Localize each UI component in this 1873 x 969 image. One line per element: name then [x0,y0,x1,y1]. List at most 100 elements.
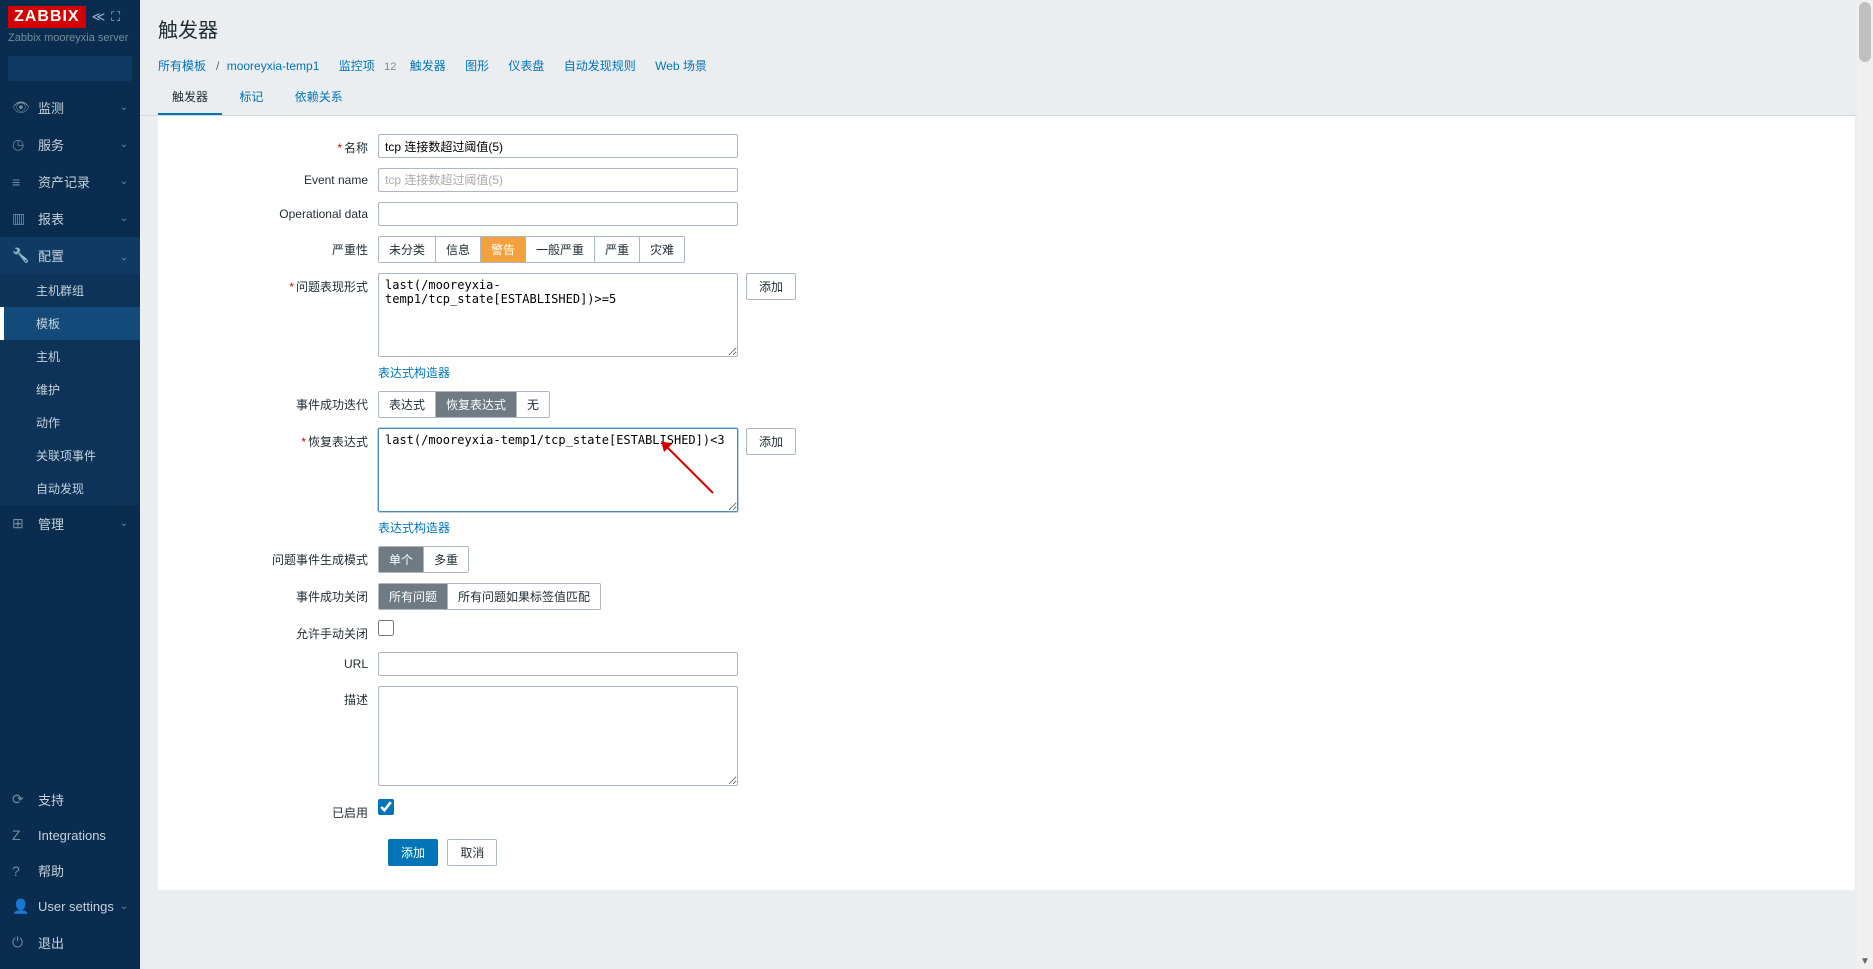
chevron-down-icon: ⌄ [120,518,128,529]
label-ok-close: 事件成功关闭 [178,583,378,605]
bc-items[interactable]: 监控项 [339,59,375,73]
nav-logout[interactable]: ⏻退出 [0,924,140,961]
nav-monitoring[interactable]: 👁监测⌄ [0,89,140,126]
sidebar: ZABBIX ≪ ⛶ Zabbix mooreyxia server 🔍 👁监测… [0,0,140,969]
input-opdata[interactable] [378,202,738,226]
scroll-down-icon[interactable]: ▼ [1857,953,1873,969]
gear-icon: ⊞ [12,515,30,532]
tabs: 触发器 标记 依赖关系 [140,80,1873,116]
label-manual-close: 允许手动关闭 [178,620,378,642]
textarea-problem-expr[interactable] [378,273,738,357]
breadcrumb: 所有模板/ mooreyxia-temp1 监控项 12 触发器 图形 仪表盘 … [140,51,1873,80]
nav-configuration[interactable]: 🔧配置⌃ [0,237,140,274]
btn-add-recovery-expr[interactable]: 添加 [746,428,796,455]
tab-dependencies[interactable]: 依赖关系 [281,80,357,115]
user-icon: 👤 [12,898,30,915]
bc-triggers[interactable]: 触发器 [410,59,446,73]
evok-1[interactable]: 恢复表达式 [436,392,517,417]
label-event-name: Event name [178,168,378,187]
sidebar-collapse-icon[interactable]: ≪ [92,9,106,25]
oc-0[interactable]: 所有问题 [379,584,448,609]
bc-graphs[interactable]: 图形 [465,59,489,73]
input-name[interactable] [378,134,738,158]
chevron-down-icon: ⌄ [120,901,128,912]
bc-web[interactable]: Web 场景 [655,59,707,73]
checkbox-enabled[interactable] [378,799,394,815]
evok-0[interactable]: 表达式 [379,392,436,417]
tab-trigger[interactable]: 触发器 [158,80,222,115]
nav-user-settings[interactable]: 👤User settings⌄ [0,889,140,924]
nav-sub-hostgroups[interactable]: 主机群组 [0,274,140,307]
oc-1[interactable]: 所有问题如果标签值匹配 [448,584,600,609]
nav-inventory[interactable]: ≡资产记录⌄ [0,163,140,200]
link-expr-constructor-1[interactable]: 表达式构造器 [378,364,450,381]
sev-3[interactable]: 一般严重 [526,237,595,262]
nav-reports[interactable]: ▥报表⌄ [0,200,140,237]
btn-submit[interactable]: 添加 [388,839,438,866]
btn-cancel[interactable]: 取消 [447,839,497,866]
nav-sub-actions[interactable]: 动作 [0,406,140,439]
checkbox-manual-close[interactable] [378,620,394,636]
support-icon: ⟳ [12,791,30,808]
nav-help[interactable]: ?帮助 [0,852,140,889]
nav-services[interactable]: ◷服务⌄ [0,126,140,163]
chevron-down-icon: ⌄ [120,213,128,224]
label-url: URL [178,652,378,671]
chevron-up-icon: ⌃ [120,250,128,261]
search-box[interactable]: 🔍 [8,56,132,81]
label-recovery-expr: *恢复表达式 [178,428,378,450]
pm-1[interactable]: 多重 [424,547,468,572]
nav-integrations[interactable]: ZIntegrations [0,818,140,852]
logout-icon: ⏻ [12,934,30,951]
logo[interactable]: ZABBIX [8,6,86,28]
link-expr-constructor-2[interactable]: 表达式构造器 [378,519,450,536]
nav-sub-hosts[interactable]: 主机 [0,340,140,373]
wrench-icon: 🔧 [12,247,30,264]
problem-mode-group: 单个 多重 [378,546,469,573]
nav-sub-discovery[interactable]: 自动发现 [0,472,140,505]
nav-sub-maintenance[interactable]: 维护 [0,373,140,406]
label-problem-expr: *问题表现形式 [178,273,378,295]
form-panel: *名称 Event name Operational data 严重性 未分类 … [158,116,1855,890]
evok-2[interactable]: 无 [517,392,549,417]
textarea-recovery-expr[interactable] [378,428,738,512]
footer-actions: 添加 取消 [178,839,1835,866]
nav-sub-correlation[interactable]: 关联项事件 [0,439,140,472]
sev-2[interactable]: 警告 [481,237,526,262]
pm-0[interactable]: 单个 [379,547,424,572]
help-icon: ? [12,863,30,879]
label-severity: 严重性 [178,236,378,258]
sev-1[interactable]: 信息 [436,237,481,262]
nav-admin[interactable]: ⊞管理⌄ [0,505,140,542]
server-name: Zabbix mooreyxia server [8,32,132,44]
btn-add-problem-expr[interactable]: 添加 [746,273,796,300]
scrollbar-thumb[interactable] [1859,2,1871,62]
nav-sub-templates[interactable]: 模板 [0,307,140,340]
share-icon: Z [12,827,30,843]
bc-dashboards[interactable]: 仪表盘 [508,59,544,73]
label-problem-mode: 问题事件生成模式 [178,546,378,568]
textarea-desc[interactable] [378,686,738,786]
bc-discovery[interactable]: 自动发现规则 [564,59,636,73]
input-event-name[interactable] [378,168,738,192]
bc-template-name[interactable]: mooreyxia-temp1 [227,59,320,73]
page-title: 触发器 [158,14,1855,43]
input-url[interactable] [378,652,738,676]
scrollbar[interactable]: ▲ ▼ [1857,0,1873,969]
fullscreen-icon[interactable]: ⛶ [111,9,120,25]
bc-all-templates[interactable]: 所有模板 [158,59,206,73]
chevron-down-icon: ⌄ [120,139,128,150]
sidebar-bottom: ⟳支持 ZIntegrations ?帮助 👤User settings⌄ ⏻退… [0,781,140,969]
label-opdata: Operational data [178,202,378,221]
sev-0[interactable]: 未分类 [379,237,436,262]
label-desc: 描述 [178,686,378,708]
nav-support[interactable]: ⟳支持 [0,781,140,818]
nav-main: 👁监测⌄ ◷服务⌄ ≡资产记录⌄ ▥报表⌄ 🔧配置⌃ 主机群组 模板 主机 维护… [0,89,140,781]
tab-tags[interactable]: 标记 [225,80,277,115]
sev-4[interactable]: 严重 [595,237,640,262]
list-icon: ≡ [12,174,30,190]
bc-items-count: 12 [384,61,396,73]
event-ok-group: 表达式 恢复表达式 无 [378,391,550,418]
chart-icon: ▥ [12,210,30,227]
sev-5[interactable]: 灾难 [640,237,684,262]
